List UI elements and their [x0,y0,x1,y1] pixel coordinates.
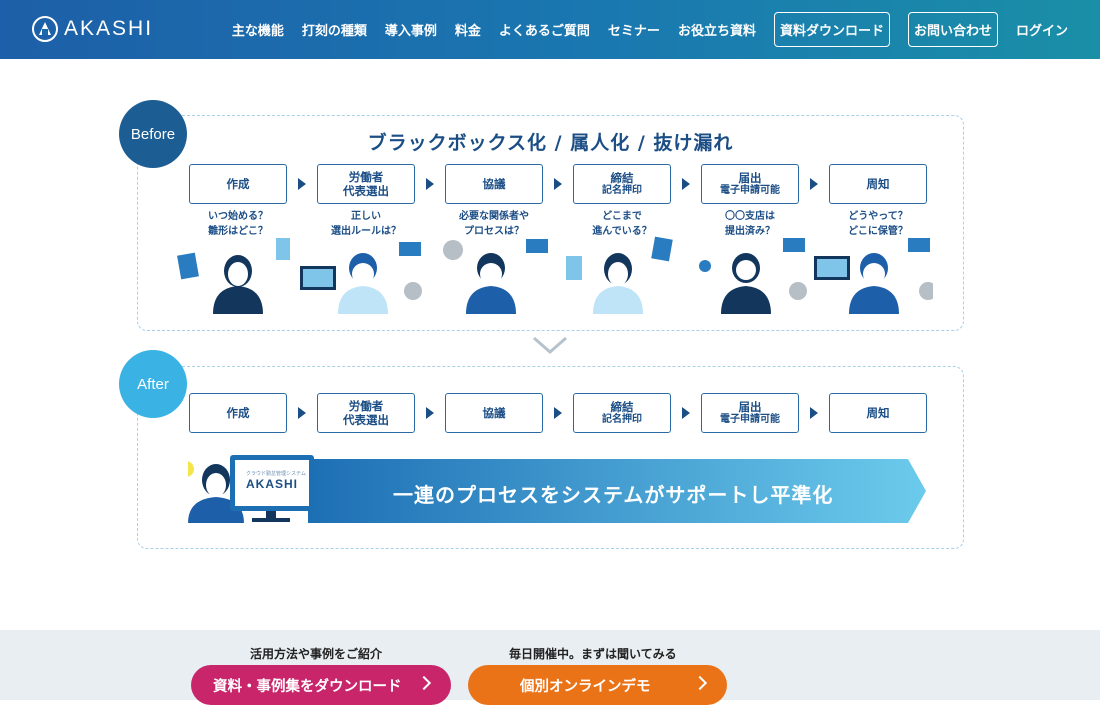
step-arrow-icon [671,178,701,190]
download-case-studies-button[interactable]: 資料・事例集をダウンロード [191,665,451,705]
before-panel: ブラックボックス化 / 属人化 / 抜け漏れ 作成 労働者 代表選出 協議 締結記… [137,115,964,331]
before-step-notify: 届出 電子申請可能 [701,164,799,204]
nav-pricing[interactable]: 料金 [455,20,481,39]
download-materials-button[interactable]: 資料ダウンロード [773,12,890,47]
nav-clock-types[interactable]: 打刻の種類 [302,20,367,39]
cta-section: 活用方法や事例をご紹介 毎日開催中。まずは聞いてみる 資料・事例集をダウンロード… [0,630,1100,705]
step-arrow-icon [671,407,701,419]
chevron-down-icon [533,336,567,354]
step-arrow-icon [415,178,445,190]
before-step-consult: 協議 [445,164,543,204]
nav-case-studies[interactable]: 導入事例 [385,20,437,39]
question-text: 正しい 選出ルールは？ [331,211,401,237]
cta-caption-demo: 毎日開催中。まずは聞いてみる [509,647,677,661]
login-link[interactable]: ログイン [1016,20,1068,39]
after-step-representative: 労働者 代表選出 [317,393,415,433]
chevron-right-icon [416,675,432,691]
before-questions: いつ始める？ 雛形はどこ？ 正しい 選出ルールは？ 必要な関係者や プロセスは？… [189,210,927,239]
after-badge: After [119,350,187,418]
nav-features[interactable]: 主な機能 [232,20,284,39]
person-icon [566,236,673,314]
before-process-steps: 作成 労働者 代表選出 協議 締結 記名押印 届出 電子申請可能 周知 [189,164,927,204]
before-step-create: 作成 [189,164,287,204]
akashi-logo[interactable]: AKASHI [32,16,153,42]
before-step-representative: 労働者 代表選出 [317,164,415,204]
after-step-notify: 届出 電子申請可能 [701,393,799,433]
nav-seminar[interactable]: セミナー [608,20,660,39]
after-step-consult: 協議 [445,393,543,433]
screen-caption: クラウド勤怠管理システム [246,471,306,477]
main-nav: 主な機能 打刻の種類 導入事例 料金 よくあるご質問 セミナー お役立ち資料 資… [232,12,1068,47]
person-icon [699,238,807,314]
step-arrow-icon [287,178,317,190]
after-step-inform: 周知 [829,393,927,433]
step-arrow-icon [543,407,573,419]
step-arrow-icon [799,178,829,190]
person-icon [443,239,548,314]
step-arrow-icon [287,407,317,419]
step-arrow-icon [543,178,573,190]
before-step-conclude: 締結 記名押印 [573,164,671,204]
akashi-logo-mark-icon [32,16,58,42]
screen-logo: AKASHI [246,477,299,491]
logo-text: AKASHI [64,17,154,40]
nav-faq[interactable]: よくあるご質問 [499,20,590,39]
after-step-conclude: 締結 記名押印 [573,393,671,433]
step-arrow-icon [799,407,829,419]
after-panel: 作成 労働者 代表選出 協議 締結 記名押印 届出 電子申請可能 周知 クラウド… [137,366,964,549]
after-process-steps: 作成 労働者 代表選出 協議 締結 記名押印 届出 電子申請可能 周知 [189,393,927,433]
person-icon [814,238,933,314]
cta-caption-materials: 活用方法や事例をご紹介 [250,647,383,661]
banner-text: 一連のプロセスをシステムがサポートし平準化 [393,483,834,507]
before-title: ブラックボックス化 / 属人化 / 抜け漏れ [367,132,734,154]
question-text: どこまで 進んでいる？ [592,211,652,237]
nav-resources[interactable]: お役立ち資料 [678,20,756,39]
contact-button[interactable]: お問い合わせ [907,12,998,47]
person-icon [300,242,422,314]
site-header: AKASHI 主な機能 打刻の種類 導入事例 料金 よくあるご質問 セミナー お… [0,0,1100,59]
online-demo-button[interactable]: 個別オンラインデモ [468,665,727,705]
person-icon [177,238,290,314]
worker-illustrations [177,236,933,314]
before-step-inform: 周知 [829,164,927,204]
before-badge: Before [119,100,187,168]
step-arrow-icon [415,407,445,419]
question-text: 〇〇支店は 提出済み？ [725,211,775,237]
question-text: 必要な関係者や プロセスは？ [459,211,529,237]
after-step-create: 作成 [189,393,287,433]
question-text: どうやって？ どこに保管？ [848,211,908,237]
question-text: いつ始める？ 雛形はどこ？ [208,211,268,237]
chevron-right-icon [692,675,708,691]
